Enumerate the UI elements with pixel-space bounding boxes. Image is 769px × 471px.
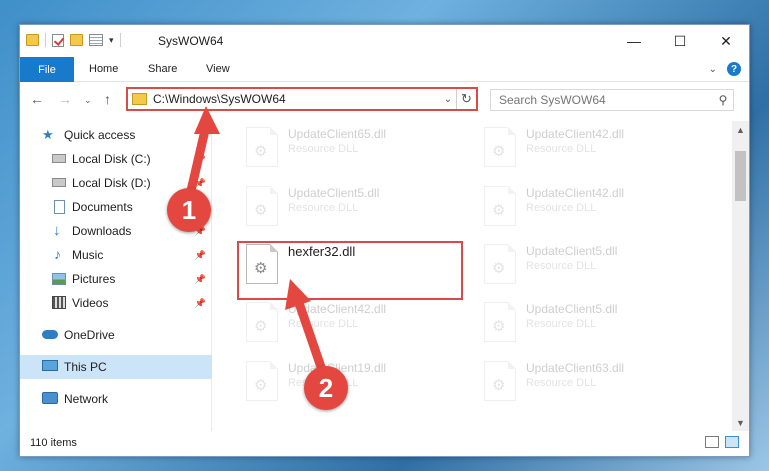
arrow-2-head bbox=[285, 279, 311, 310]
arrow-2 bbox=[293, 295, 327, 375]
step-marker-1: 1 bbox=[167, 188, 211, 232]
annotation-arrows bbox=[185, 106, 327, 375]
arrow-1-head bbox=[194, 106, 220, 134]
arrow-1 bbox=[185, 121, 211, 200]
step-marker-2: 2 bbox=[304, 366, 348, 410]
